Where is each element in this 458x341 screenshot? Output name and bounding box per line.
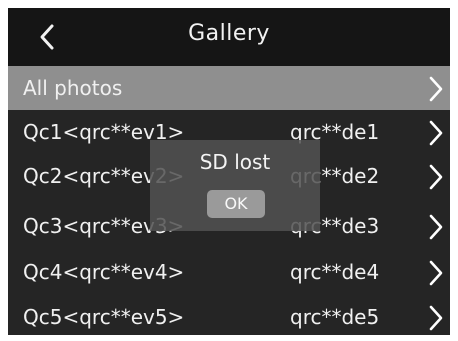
list-item-label: Qc4<qrc**ev4>: [23, 260, 185, 284]
dialog-message: SD lost: [199, 150, 271, 174]
list-item-all-photos[interactable]: All photos: [8, 66, 450, 110]
chevron-right-icon: [429, 120, 443, 146]
ok-button[interactable]: OK: [207, 190, 265, 218]
chevron-right-icon: [429, 76, 443, 102]
header-bar: Gallery: [8, 8, 450, 66]
page-title: Gallery: [188, 21, 270, 46]
list-item-qc5[interactable]: Qc5<qrc**ev5> qrc**de5: [8, 295, 450, 335]
list-item-sublabel: qrc**de5: [290, 305, 380, 329]
sd-lost-dialog: SD lost OK: [150, 140, 320, 231]
chevron-right-icon: [429, 305, 443, 331]
list-item-label: Qc5<qrc**ev5>: [23, 305, 185, 329]
chevron-right-icon: [429, 260, 443, 286]
list-item-sublabel: qrc**de4: [290, 260, 380, 284]
gallery-screen: Gallery All photos Qc1<qrc**ev1> qrc**de…: [8, 8, 450, 335]
list-item-qc4[interactable]: Qc4<qrc**ev4> qrc**de4: [8, 250, 450, 294]
chevron-right-icon: [429, 164, 443, 190]
list-item-label: All photos: [23, 76, 123, 100]
chevron-right-icon: [429, 214, 443, 240]
